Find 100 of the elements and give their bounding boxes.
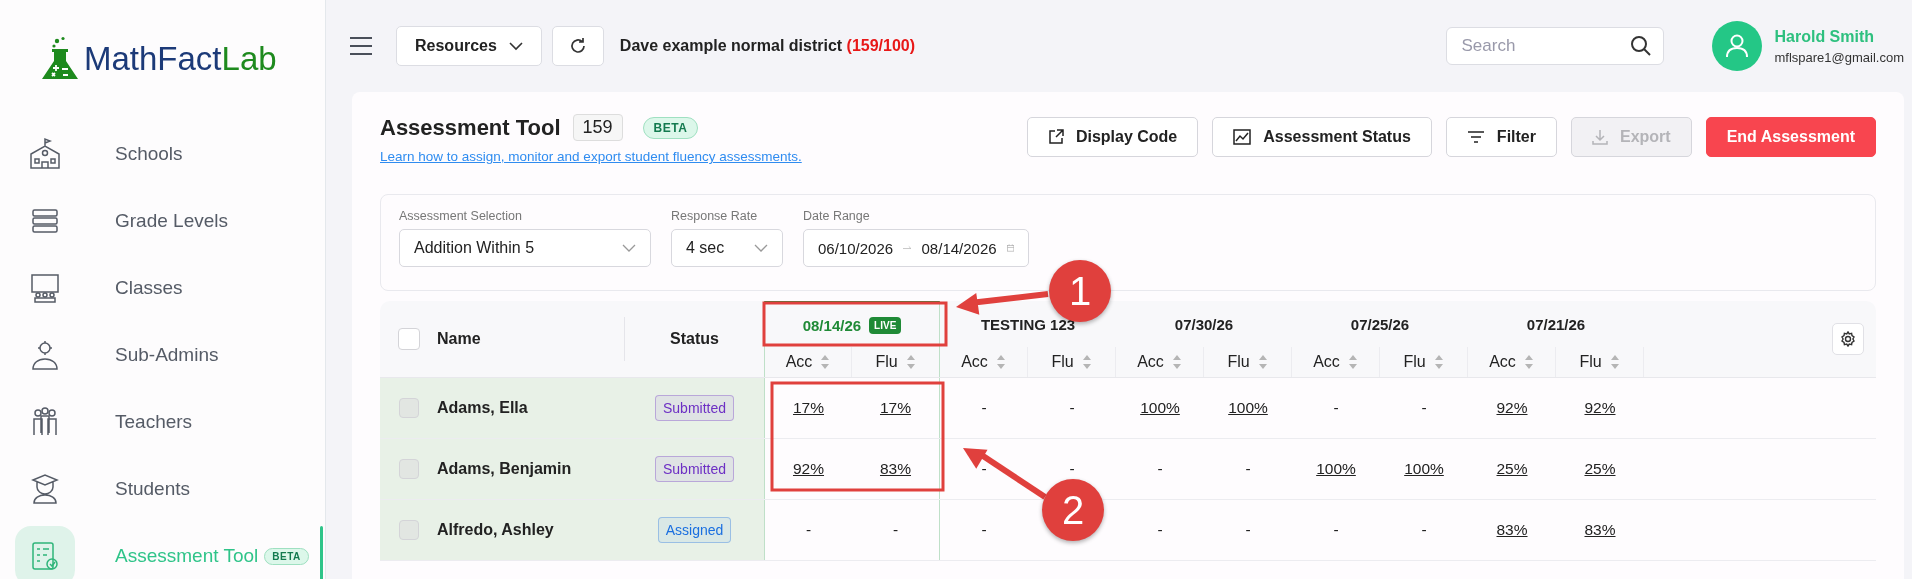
empty-score: - [805,521,812,539]
empty-score: - [1333,521,1339,539]
calendar-icon [1006,241,1014,255]
column-header[interactable]: Flu [875,353,898,371]
column-header[interactable]: Acc [1489,353,1516,371]
assessment-select[interactable]: Addition Within 5 [399,229,651,267]
empty-score: - [1069,399,1075,417]
search-icon [1630,35,1653,57]
score-link[interactable]: 17% [880,399,911,417]
select-all-checkbox[interactable] [397,328,420,350]
sidebar-item[interactable]: Grade Levels [0,191,325,251]
empty-score: - [1333,399,1339,417]
chevron-down-icon [508,41,523,51]
sort-icon[interactable] [905,354,916,370]
end-date: 08/14/2026 [921,239,997,257]
classroom-icon [28,271,62,305]
count-badge: 159 [572,114,623,141]
beta-badge: BETA [642,116,699,139]
sidebar-item[interactable]: Classes [0,258,325,318]
column-header[interactable]: Flu [1579,353,1602,371]
row-checkbox[interactable] [398,398,419,418]
sort-icon[interactable] [1609,354,1620,370]
score-link[interactable]: 92% [793,460,824,478]
column-header[interactable]: Acc [961,353,988,371]
column-header[interactable]: Flu [1051,353,1074,371]
refresh-button[interactable] [551,26,604,66]
score-link[interactable]: 83% [1584,521,1616,539]
sort-icon[interactable] [820,354,831,370]
empty-score: - [1157,521,1163,539]
score-link[interactable]: 100% [1316,460,1356,478]
score-link[interactable]: 92% [1496,399,1528,417]
session-date: 08/14/26 [802,316,862,334]
empty-score: - [1245,460,1251,478]
status-badge: Submitted [654,395,734,421]
district-name: Dave example normal district (159/100) [619,37,916,55]
empty-score: - [1421,399,1427,417]
sort-icon[interactable] [995,354,1006,370]
help-link[interactable]: Learn how to assign, monitor and export student fluency assessments. [380,149,802,164]
score-link[interactable]: 100% [1404,460,1444,478]
user-icon [1726,34,1749,58]
resources-dropdown[interactable]: Resources [396,26,542,66]
row-checkbox[interactable] [398,459,419,479]
search-field[interactable]: Search [1446,27,1665,65]
score-link[interactable]: 17% [793,399,824,417]
score-link[interactable]: 83% [1496,521,1528,539]
settings-button[interactable] [1832,323,1864,355]
sort-icon[interactable] [1433,354,1444,370]
response-rate-select[interactable]: 4 sec [671,229,783,267]
column-header[interactable]: Acc [1137,353,1164,371]
status-button[interactable]: Assessment Status [1212,117,1432,157]
end-button[interactable]: End Assessment [1705,117,1876,157]
sidebar-item[interactable]: Students [0,459,325,519]
score-link[interactable]: 100% [1140,399,1180,417]
score-link[interactable]: 83% [880,460,911,478]
sidebar-item-label: Grade Levels [115,210,228,232]
sort-icon[interactable] [1257,354,1268,370]
user-name: Harold Smith [1774,27,1876,46]
sidebar-item[interactable]: Sub-Admins [0,325,325,385]
session-date: 07/21/26 [1526,315,1586,333]
field-label: Assessment Selection [399,209,523,223]
sidebar-item-label: Schools [115,143,183,165]
column-header[interactable]: Acc [785,353,813,371]
filter-icon [1466,130,1485,144]
menu-icon[interactable] [350,37,372,55]
score-link[interactable]: 100% [1228,399,1268,417]
field-label: Response Rate [671,209,759,223]
status-badge: Assigned [657,517,732,543]
external-link-icon [1047,129,1064,145]
status-badge: Submitted [654,456,734,482]
empty-score: - [892,521,899,539]
score-link[interactable]: 25% [1584,460,1616,478]
page-title: Assessment Tool [380,114,561,141]
sidebar-item[interactable]: Teachers [0,392,325,452]
score-link[interactable]: 25% [1496,460,1528,478]
beta-badge: BETA [264,547,309,565]
sort-icon[interactable] [1523,354,1534,370]
sort-icon[interactable] [1081,354,1092,370]
empty-score: - [981,399,987,417]
display-button[interactable]: Display Code [1026,117,1199,157]
sidebar-item-label: Assessment Tool [115,545,259,567]
sidebar-item[interactable]: Assessment Tool BETA [0,526,325,579]
column-header[interactable]: Flu [1403,353,1426,371]
avatar[interactable] [1712,21,1763,71]
empty-score: - [981,460,987,478]
column-header[interactable]: Flu [1227,353,1250,371]
session-date: 07/25/26 [1350,315,1410,333]
chevron-down-icon [622,243,636,253]
column-header: Name [437,330,481,348]
empty-score: - [1157,460,1163,478]
date-range-picker[interactable]: 06/10/2026 08/14/2026 [803,229,1029,267]
sort-icon[interactable] [1171,354,1182,370]
field-label: Date Range [803,209,871,223]
score-link[interactable]: 92% [1584,399,1616,417]
row-checkbox[interactable] [398,520,419,540]
empty-score: - [981,521,987,539]
filter-button[interactable]: Filter [1445,117,1557,157]
column-header[interactable]: Acc [1313,353,1340,371]
sort-icon[interactable] [1347,354,1358,370]
sidebar-item[interactable]: Schools [0,124,325,184]
chevron-down-icon [754,243,768,253]
